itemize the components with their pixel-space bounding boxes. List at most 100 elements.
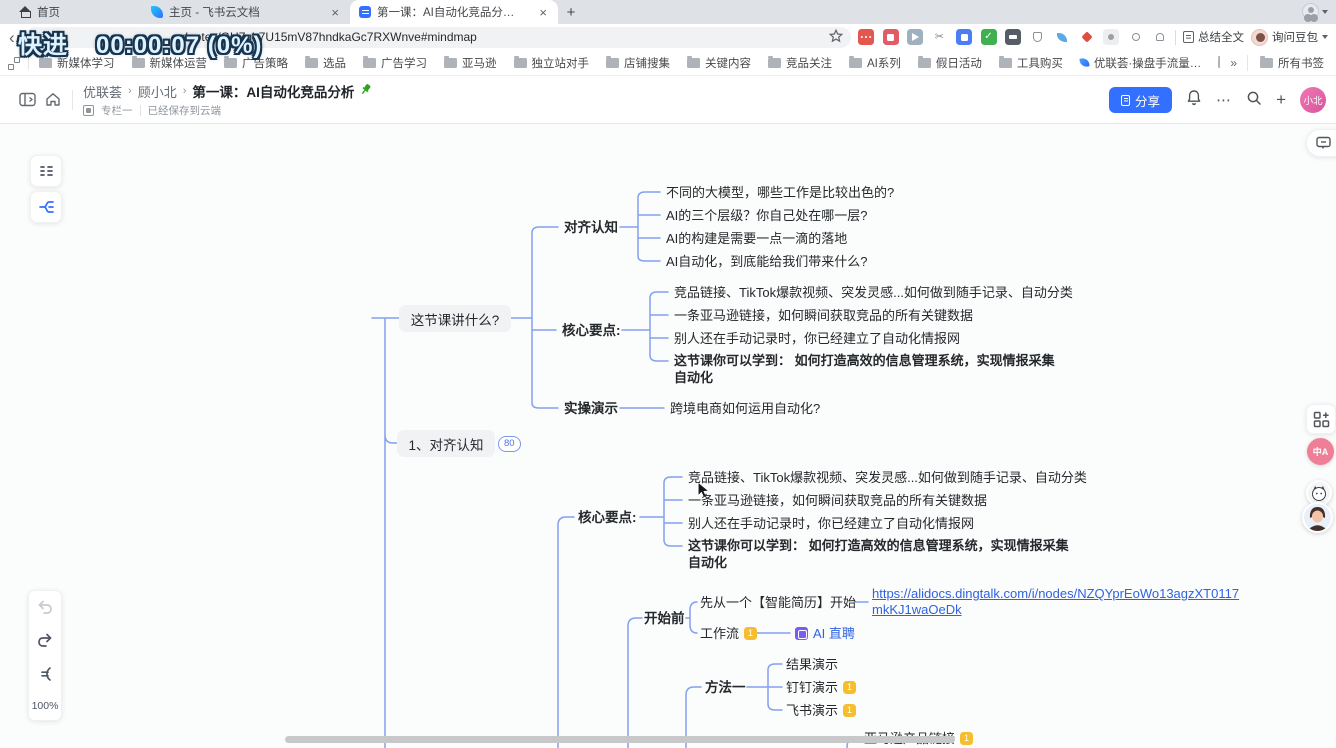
mindmap-canvas-area[interactable]: 这节课讲什么? 对齐认知 不同的大模型，哪些工作是比较出色的? AI的三个层级？你自己…: [0, 124, 1336, 748]
bookmark-item[interactable]: 新媒体运营: [132, 55, 208, 71]
bookmark-item[interactable]: 选品: [305, 55, 346, 71]
bookmarks-list: 新媒体学习 新媒体运营广告策略 选品 广告学习 亚马逊 独立站对手店铺搜集 关键内容 竞品关注…: [39, 55, 1220, 71]
mindmap-node[interactable]: 一条亚马逊链接，如何瞬间获取竞品的所有关键数据: [674, 308, 973, 323]
bookmark-item[interactable]: 广告学习: [363, 55, 427, 71]
mindmap-node-topic[interactable]: 这节课讲什么?: [399, 305, 511, 332]
mindmap-node[interactable]: AI的构建是需要一点一滴的落地: [666, 231, 847, 246]
bookmark-item[interactable]: 优联荟·操盘手流量…: [1080, 55, 1201, 71]
ext-page-icon[interactable]: [1103, 29, 1119, 45]
mindmap-node[interactable]: AI的三个层级？你自己处在哪一层?: [666, 208, 868, 223]
ext-todo-icon[interactable]: ✓: [981, 29, 997, 45]
node-text: AI的三个层级？你自己处在哪一层?: [666, 208, 868, 223]
browser-tab[interactable]: 首页: [10, 0, 142, 24]
components-grid-button[interactable]: [1306, 404, 1336, 434]
bookmarks-overflow-button[interactable]: »: [1220, 56, 1247, 70]
create-new-icon[interactable]: +: [1276, 90, 1286, 110]
new-tab-button[interactable]: +: [558, 1, 584, 23]
ext-send-icon[interactable]: [907, 29, 923, 45]
notifications-bell-icon[interactable]: [1186, 89, 1202, 111]
browser-tab[interactable]: 第一课：AI自动化竞品分…×: [350, 0, 558, 24]
mindmap-node[interactable]: 实操演示: [564, 401, 618, 416]
bookmark-item[interactable]: 假日活动: [918, 55, 982, 71]
mindmap-node[interactable]: 别人还在手动记录时，你已经建立了自动化情报网: [688, 516, 974, 531]
ext-shield-icon[interactable]: [1030, 29, 1046, 45]
ext-burst-icon[interactable]: [1079, 29, 1095, 45]
collapse-nodes-icon[interactable]: [36, 665, 54, 688]
bookmark-item[interactable]: 竞品关注: [768, 55, 832, 71]
summarize-button[interactable]: 总结全文: [1183, 29, 1244, 45]
mindmap-node[interactable]: 钉钉演示1: [786, 680, 856, 695]
bookmark-item[interactable]: 工具购买: [999, 55, 1063, 71]
breadcrumb-item[interactable]: 优联荟: [83, 82, 122, 101]
bookmark-item[interactable]: 广告策略: [224, 55, 288, 71]
search-icon[interactable]: [1246, 90, 1262, 111]
avatar-user-photo[interactable]: [1302, 502, 1333, 533]
pin-icon[interactable]: [360, 83, 372, 99]
tab-close-icon[interactable]: ×: [537, 6, 549, 19]
mindmap-node[interactable]: 这节课你可以学到： 如何打造高效的信息管理系统，实现情报采集自动化: [688, 538, 1072, 571]
translate-button[interactable]: 中A: [1307, 438, 1334, 465]
mindmap-node[interactable]: 先从一个【智能简历】开始: [700, 595, 856, 610]
tab-close-icon[interactable]: ×: [329, 6, 341, 19]
comments-button[interactable]: [1306, 129, 1336, 157]
apps-grid-icon[interactable]: [8, 57, 20, 69]
mindmap-view-button[interactable]: [30, 191, 62, 223]
mindmap-node[interactable]: 这节课你可以学到： 如何打造高效的信息管理系统，实现情报采集自动化: [674, 353, 1058, 386]
all-bookmarks-button[interactable]: 所有书签: [1247, 55, 1324, 71]
breadcrumb-item[interactable]: 顾小北: [138, 82, 177, 101]
ext-timer-icon[interactable]: [1005, 29, 1021, 45]
mindmap-node[interactable]: 一条亚马逊链接，如何瞬间获取竞品的所有关键数据: [688, 493, 987, 508]
mindmap-node[interactable]: 飞书演示1: [786, 703, 856, 718]
url-bar[interactable]: ndnotes/GU7gb7U15mV87hndkaGc7RXWnve#mind…: [25, 27, 851, 48]
ext-frame-icon[interactable]: [956, 29, 972, 45]
bookmark-star-icon[interactable]: [829, 29, 843, 46]
ext-alarm-icon[interactable]: [1152, 29, 1168, 45]
ext-bird-icon[interactable]: [1054, 29, 1070, 45]
mindmap-node-topic[interactable]: 1、对齐认知: [397, 430, 495, 457]
zoom-level[interactable]: 100%: [32, 700, 59, 712]
node-text: 先从一个【智能简历】开始: [700, 595, 856, 610]
home-icon[interactable]: [40, 87, 66, 113]
bookmark-item[interactable]: AI系列: [849, 55, 901, 71]
mindmap-node[interactable]: 竞品链接、TikTok爆款视频、突发灵感...如何做到随手记录、自动分类: [688, 470, 1087, 485]
ring-glyph: [1132, 33, 1140, 41]
mindmap-node[interactable]: AI 直聘: [795, 626, 855, 641]
mindmap-node[interactable]: 核心要点:: [578, 510, 637, 525]
mindmap-node[interactable]: AI自动化，到底能给我们带来什么?: [666, 254, 868, 269]
mindmap-node[interactable]: 竞品链接、TikTok爆款视频、突发灵感...如何做到随手记录、自动分类: [674, 285, 1073, 300]
share-button[interactable]: 分享: [1109, 87, 1172, 113]
mindmap-node[interactable]: 核心要点:: [562, 323, 621, 338]
bookmark-item[interactable]: 独立站对手: [514, 55, 590, 71]
bookmark-item[interactable]: 亚马逊: [444, 55, 497, 71]
ext-check-icon[interactable]: [1128, 29, 1144, 45]
sidebar-toggle-icon[interactable]: [14, 87, 40, 113]
bookmark-item[interactable]: 店铺搜集: [606, 55, 670, 71]
mindmap-node[interactable]: 工作流1: [700, 626, 757, 641]
back-button[interactable]: ‹: [6, 29, 18, 46]
undo-icon[interactable]: [36, 599, 54, 620]
bookmark-item[interactable]: 新媒体学习: [39, 55, 115, 71]
mindmap-node[interactable]: 结果演示: [786, 657, 838, 672]
bookmark-item[interactable]: 关键内容: [687, 55, 751, 71]
collapsed-count-badge[interactable]: 80: [498, 436, 521, 452]
more-menu-icon[interactable]: ⋯: [1216, 91, 1232, 109]
ext-notes-icon[interactable]: [858, 29, 874, 45]
mindmap-node[interactable]: 对齐认知: [564, 220, 618, 235]
mindmap-node[interactable]: 跨境电商如何运用自动化?: [670, 401, 820, 416]
browser-tab[interactable]: 主页 - 飞书云文档×: [142, 0, 350, 24]
doc-header: 优联荟 › 顾小北 › 第一课：AI自动化竞品分析 专栏一 已经保存到云端 分享…: [0, 76, 1336, 124]
ask-doubao-button[interactable]: 询问豆包: [1251, 29, 1328, 46]
horizontal-scrollbar[interactable]: [285, 736, 955, 743]
mindmap-link[interactable]: https://alidocs.dingtalk.com/i/nodes/NZQ…: [872, 586, 1244, 617]
ext-media-icon[interactable]: [883, 29, 899, 45]
mindmap-node[interactable]: 开始前: [644, 611, 685, 626]
ext-scissors-icon[interactable]: ✂: [932, 29, 948, 45]
browser-profile-button[interactable]: [1302, 3, 1328, 20]
outline-view-button[interactable]: [30, 155, 62, 187]
mindmap-node[interactable]: 不同的大模型，哪些工作是比较出色的?: [666, 185, 894, 200]
user-avatar[interactable]: 小北: [1300, 87, 1326, 113]
bookmark-item[interactable]: YouTube: [1218, 57, 1220, 69]
mindmap-node[interactable]: 别人还在手动记录时，你已经建立了自动化情报网: [674, 331, 960, 346]
mindmap-node[interactable]: 方法一: [705, 680, 746, 695]
redo-icon[interactable]: [36, 632, 54, 653]
